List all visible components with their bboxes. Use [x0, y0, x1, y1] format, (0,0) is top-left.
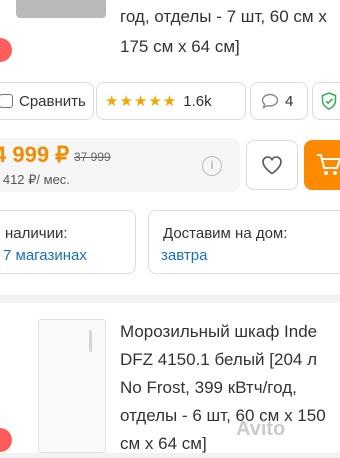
- rating-count: 1.6k: [183, 92, 212, 110]
- description-line: No Frost, 399 кВтч/год,: [120, 378, 297, 397]
- product-title[interactable]: Морозильный шкаф Inde DFZ 4150.1 белый […: [120, 318, 340, 458]
- description-line: DFZ 4150.1 белый [204 л: [120, 350, 318, 369]
- guarantee-button[interactable]: [312, 82, 340, 120]
- favorite-button[interactable]: [246, 140, 298, 190]
- delivery-date-link[interactable]: завтра: [161, 247, 207, 264]
- description-line: отделы - 6 шт, 60 см х 150: [120, 406, 326, 425]
- reviews-button[interactable]: 4: [250, 82, 308, 120]
- shield-check-icon: [321, 92, 337, 110]
- cart-icon: [317, 154, 340, 175]
- installment-price: 3 412 ₽/ мес.: [0, 172, 70, 187]
- reviews-count: 4: [285, 92, 294, 110]
- checkbox-icon[interactable]: [0, 94, 13, 108]
- heart-icon: [262, 156, 282, 175]
- avito-watermark: Avito: [236, 418, 286, 440]
- description-line: Морозильный шкаф Inde: [120, 322, 318, 341]
- delivery-label: Доставим на дом:: [163, 225, 288, 242]
- discount-badge: [0, 38, 12, 62]
- home-delivery[interactable]: Доставим на дом: завтра: [148, 210, 340, 274]
- add-to-cart-button[interactable]: [304, 140, 340, 190]
- description-line: см х 64 см]: [120, 434, 207, 453]
- chat-icon: [261, 93, 279, 109]
- pickup-availability[interactable]: наличии: 7 магазинах: [0, 210, 136, 274]
- product-card-1: год, отделы - 7 шт, 60 см х 175 см х 64 …: [0, 0, 340, 295]
- compare-label: Сравнить: [19, 92, 86, 110]
- pickup-stores-link[interactable]: 7 магазинах: [3, 247, 87, 264]
- product-description[interactable]: год, отделы - 7 шт, 60 см х 175 см х 64 …: [120, 2, 340, 62]
- product-image[interactable]: [38, 319, 106, 453]
- pickup-label: наличии:: [5, 225, 68, 242]
- product-image[interactable]: [16, 0, 106, 18]
- compare-button[interactable]: Сравнить: [0, 82, 94, 120]
- description-line: год, отделы - 7 шт, 60 см х: [120, 7, 327, 26]
- info-icon[interactable]: i: [202, 156, 222, 176]
- price: 4 999 ₽: [0, 142, 70, 167]
- description-line: 175 см х 64 см]: [120, 37, 240, 56]
- rating-stars-icon: ★★★★★: [105, 93, 178, 110]
- old-price: 37 999: [74, 150, 111, 164]
- rating-button[interactable]: ★★★★★ 1.6k: [96, 82, 246, 120]
